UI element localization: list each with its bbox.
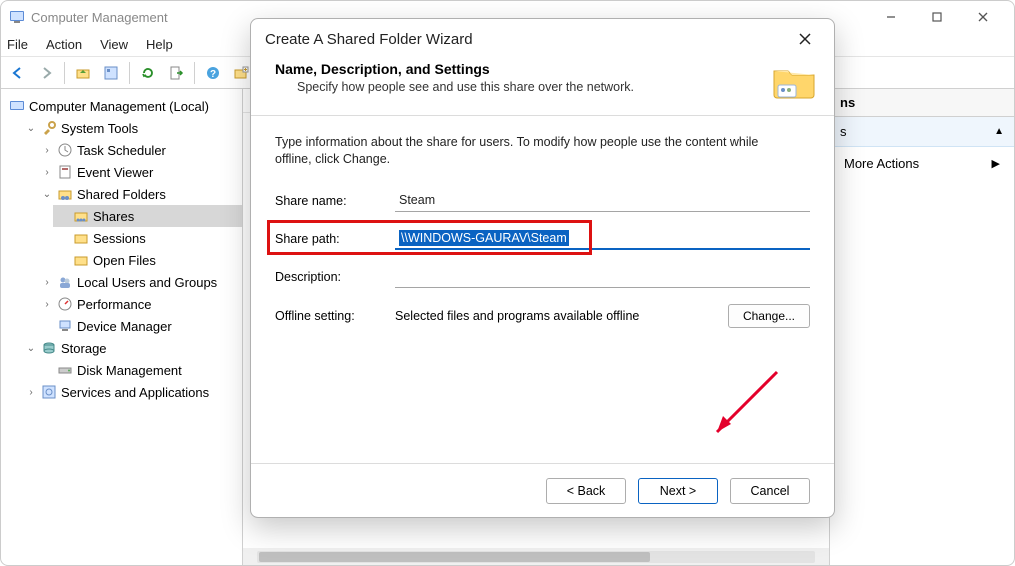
change-button[interactable]: Change...	[728, 304, 810, 328]
dialog-close-button[interactable]	[790, 24, 820, 54]
refresh-icon[interactable]	[135, 60, 161, 86]
offline-value: Selected files and programs available of…	[395, 309, 716, 323]
row-offline: Offline setting: Selected files and prog…	[275, 304, 810, 328]
tree-sessions[interactable]: Sessions	[53, 227, 242, 249]
back-button[interactable]	[5, 60, 31, 86]
tree-performance[interactable]: ›Performance	[37, 293, 242, 315]
export-icon[interactable]	[163, 60, 189, 86]
tree-system-tools[interactable]: ⌄ System Tools	[21, 117, 242, 139]
tree-shared-folders[interactable]: ⌄Shared Folders	[37, 183, 242, 205]
dialog-intro-text: Type information about the share for use…	[275, 134, 785, 168]
sessions-icon	[73, 230, 89, 246]
up-icon[interactable]	[70, 60, 96, 86]
svg-text:?: ?	[210, 69, 216, 80]
event-icon	[57, 164, 73, 180]
actions-group[interactable]: s▲	[830, 117, 1014, 147]
chevron-down-icon[interactable]: ⌄	[25, 343, 37, 354]
tree-storage[interactable]: ⌄Storage	[21, 337, 242, 359]
dialog-title: Create A Shared Folder Wizard	[265, 31, 790, 48]
menu-view[interactable]: View	[100, 37, 128, 52]
share-name-input[interactable]: Steam	[395, 190, 810, 212]
tree-event-viewer[interactable]: ›Event Viewer	[37, 161, 242, 183]
chevron-down-icon[interactable]: ⌄	[41, 189, 53, 200]
share-path-field[interactable]: \\WINDOWS-GAURAV\Steam	[395, 228, 810, 250]
maximize-button[interactable]	[914, 2, 960, 32]
dialog-subheading: Specify how people see and use this shar…	[297, 80, 770, 94]
shared-folder-large-icon	[770, 61, 818, 101]
chevron-right-icon: ▶	[992, 157, 1000, 170]
disk-icon	[57, 362, 73, 378]
share-path-value: \\WINDOWS-GAURAV\Steam	[399, 230, 569, 246]
chevron-right-icon[interactable]: ›	[25, 387, 37, 398]
menu-action[interactable]: Action	[46, 37, 82, 52]
tree-shares[interactable]: Shares	[53, 205, 242, 227]
horizontal-scrollbar[interactable]	[243, 548, 829, 565]
navigation-tree[interactable]: Computer Management (Local) ⌄ System Too…	[1, 89, 243, 565]
window-controls	[868, 2, 1006, 32]
scrollbar-thumb[interactable]	[259, 552, 650, 562]
share-path-label: Share path:	[275, 232, 395, 246]
share-name-label: Share name:	[275, 194, 395, 208]
tools-icon	[41, 120, 57, 136]
chevron-right-icon[interactable]: ›	[41, 277, 53, 288]
device-icon	[57, 318, 73, 334]
open-files-icon	[73, 252, 89, 268]
actions-pane: ns s▲ More Actions▶	[830, 89, 1014, 565]
chevron-right-icon[interactable]: ›	[41, 167, 53, 178]
tree-local-users[interactable]: ›Local Users and Groups	[37, 271, 242, 293]
minimize-button[interactable]	[868, 2, 914, 32]
tree-disk-management[interactable]: Disk Management	[37, 359, 242, 381]
close-button[interactable]	[960, 2, 1006, 32]
tree-root[interactable]: Computer Management (Local)	[5, 95, 242, 117]
actions-more[interactable]: More Actions▶	[830, 147, 1014, 179]
menu-help[interactable]: Help	[146, 37, 173, 52]
back-button[interactable]: < Back	[546, 478, 626, 504]
tree-services-apps[interactable]: ›Services and Applications	[21, 381, 242, 403]
dialog-footer: < Back Next > Cancel	[251, 463, 834, 517]
users-icon	[57, 274, 73, 290]
chevron-right-icon[interactable]: ›	[41, 299, 53, 310]
chevron-right-icon[interactable]: ›	[41, 145, 53, 156]
row-share-path: Share path: \\WINDOWS-GAURAV\Steam	[275, 222, 810, 256]
tree-open-files[interactable]: Open Files	[53, 249, 242, 271]
cancel-button[interactable]: Cancel	[730, 478, 810, 504]
computer-icon	[9, 98, 25, 114]
shares-icon	[73, 208, 89, 224]
toolbar-sep2	[129, 62, 130, 84]
shared-folder-wizard: Create A Shared Folder Wizard Name, Desc…	[250, 18, 835, 518]
actions-header: ns	[830, 89, 1014, 117]
toolbar-sep3	[194, 62, 195, 84]
next-button[interactable]: Next >	[638, 478, 718, 504]
toolbar-sep	[64, 62, 65, 84]
row-share-name: Share name: Steam	[275, 184, 810, 218]
row-description: Description:	[275, 260, 810, 294]
help-icon[interactable]: ?	[200, 60, 226, 86]
forward-button[interactable]	[33, 60, 59, 86]
shared-folder-icon	[57, 186, 73, 202]
properties-icon[interactable]	[98, 60, 124, 86]
performance-icon	[57, 296, 73, 312]
menu-file[interactable]: File	[7, 37, 28, 52]
tree-task-scheduler[interactable]: ›Task Scheduler	[37, 139, 242, 161]
clock-icon	[57, 142, 73, 158]
offline-label: Offline setting:	[275, 309, 395, 323]
description-label: Description:	[275, 270, 395, 284]
dialog-header: Name, Description, and Settings Specify …	[251, 59, 834, 116]
storage-icon	[41, 340, 57, 356]
app-icon	[9, 9, 25, 25]
chevron-up-icon: ▲	[994, 126, 1004, 137]
annotation-arrow-icon	[703, 366, 783, 446]
dialog-heading: Name, Description, and Settings	[275, 61, 770, 77]
tree-device-manager[interactable]: Device Manager	[37, 315, 242, 337]
dialog-body: Type information about the share for use…	[251, 116, 834, 463]
chevron-down-icon[interactable]: ⌄	[25, 123, 37, 134]
dialog-titlebar: Create A Shared Folder Wizard	[251, 19, 834, 59]
description-input[interactable]	[395, 266, 810, 288]
services-icon	[41, 384, 57, 400]
